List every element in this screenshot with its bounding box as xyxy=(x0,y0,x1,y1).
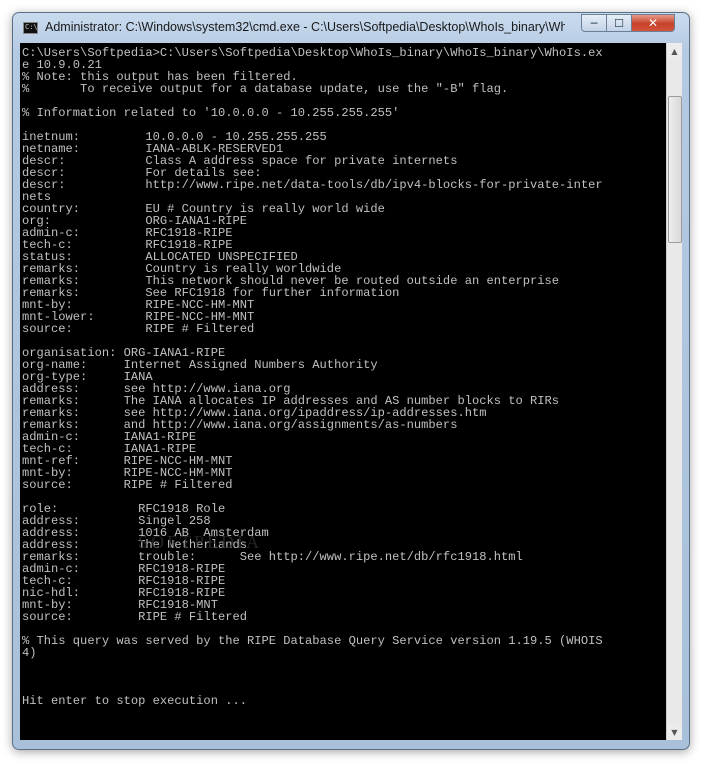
console-output[interactable]: C:\Users\Softpedia>C:\Users\Softpedia\De… xyxy=(20,43,666,740)
scroll-thumb[interactable] xyxy=(668,96,682,243)
window-title: Administrator: C:\Windows\system32\cmd.e… xyxy=(45,20,565,34)
maximize-button[interactable]: ☐ xyxy=(606,14,632,32)
vertical-scrollbar[interactable]: ▲ ▼ xyxy=(666,43,682,740)
cmd-window: C:\ Administrator: C:\Windows\system32\c… xyxy=(12,12,690,750)
close-button[interactable]: ✕ xyxy=(631,14,675,32)
scroll-up-arrow-icon: ▲ xyxy=(671,46,678,56)
cmd-icon[interactable]: C:\ xyxy=(23,22,38,34)
close-icon: ✕ xyxy=(647,16,659,30)
scroll-down-arrow-icon: ▼ xyxy=(671,727,678,737)
minimize-icon: ─ xyxy=(590,16,598,30)
maximize-icon: ☐ xyxy=(614,16,624,30)
softpedia-watermark: SOFTPEDIA xyxy=(138,532,263,552)
scroll-up-button[interactable]: ▲ xyxy=(667,43,682,59)
title-bar[interactable]: C:\ Administrator: C:\Windows\system32\c… xyxy=(13,13,689,43)
console-text: C:\Users\Softpedia>C:\Users\Softpedia\De… xyxy=(22,46,603,708)
scroll-down-button[interactable]: ▼ xyxy=(667,724,682,740)
minimize-button[interactable]: ─ xyxy=(581,14,607,32)
